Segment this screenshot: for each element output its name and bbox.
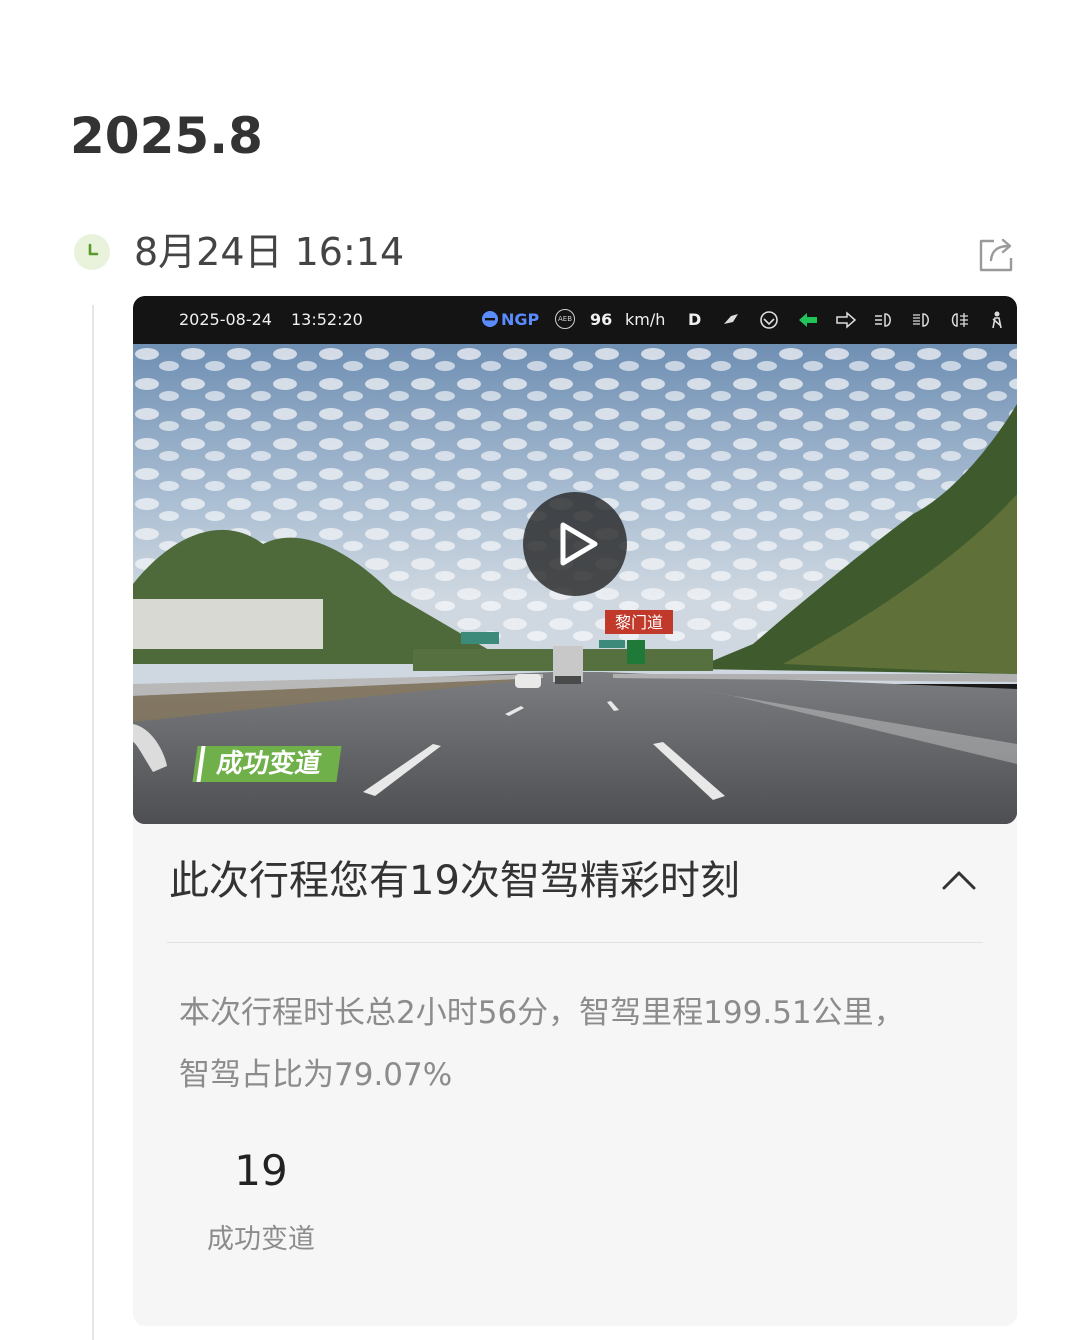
clock-icon xyxy=(74,234,110,270)
video-date: 2025-08-24 xyxy=(179,310,272,329)
trip-card: 2025-08-24 13:52:20 NGP AEB 96 km/h D 黎门… xyxy=(133,296,1017,1326)
share-icon[interactable] xyxy=(976,234,1016,274)
high-beam-icon xyxy=(911,310,931,330)
lane-change-count: 19 xyxy=(234,1146,288,1195)
video-status-bar: 2025-08-24 13:52:20 NGP AEB 96 km/h D xyxy=(133,296,1017,344)
trip-description: 本次行程时长总2小时56分，智驾里程199.51公里， 智驾占比为79.07% xyxy=(179,982,979,1106)
lane-change-label: 成功变道 xyxy=(207,1224,315,1255)
ngp-label: NGP xyxy=(501,310,540,329)
summary-header[interactable]: 此次行程您有19次智驾精彩时刻 xyxy=(133,824,1017,942)
play-icon xyxy=(560,522,598,566)
play-button[interactable] xyxy=(523,492,627,596)
entry-header: 8月24日 16:14 xyxy=(74,228,1016,280)
trip-description-line1: 本次行程时长总2小时56分，智驾里程199.51公里， xyxy=(179,995,905,1031)
steering-icon xyxy=(721,310,741,330)
low-beam-icon xyxy=(873,310,893,330)
roadside-sign-text: 黎门道 xyxy=(615,613,663,632)
dashcam-video[interactable]: 2025-08-24 13:52:20 NGP AEB 96 km/h D 黎门… xyxy=(133,296,1017,824)
timeline-line xyxy=(92,305,94,1340)
right-turn-arrow-icon xyxy=(835,310,857,330)
left-turn-arrow-icon xyxy=(797,310,817,330)
entry-time: 8月24日 16:14 xyxy=(134,230,405,274)
video-clock: 13:52:20 xyxy=(291,310,363,329)
chevron-up-icon[interactable] xyxy=(941,868,977,892)
hands-on-icon xyxy=(759,310,779,330)
month-title: 2025.8 xyxy=(70,107,263,165)
aeb-label: AEB xyxy=(555,309,575,329)
lane-assist-icon xyxy=(481,310,499,328)
summary-title: 此次行程您有19次智驾精彩时刻 xyxy=(169,858,740,904)
gear-indicator: D xyxy=(688,310,702,329)
seatbelt-icon xyxy=(987,310,1007,330)
lane-change-badge: 成功变道 xyxy=(192,746,342,782)
speed-value: 96 xyxy=(590,310,613,329)
speed-unit: km/h xyxy=(625,310,666,329)
trip-description-line2: 智驾占比为79.07% xyxy=(179,1057,453,1093)
divider xyxy=(167,942,983,943)
fog-light-icon xyxy=(949,310,969,330)
